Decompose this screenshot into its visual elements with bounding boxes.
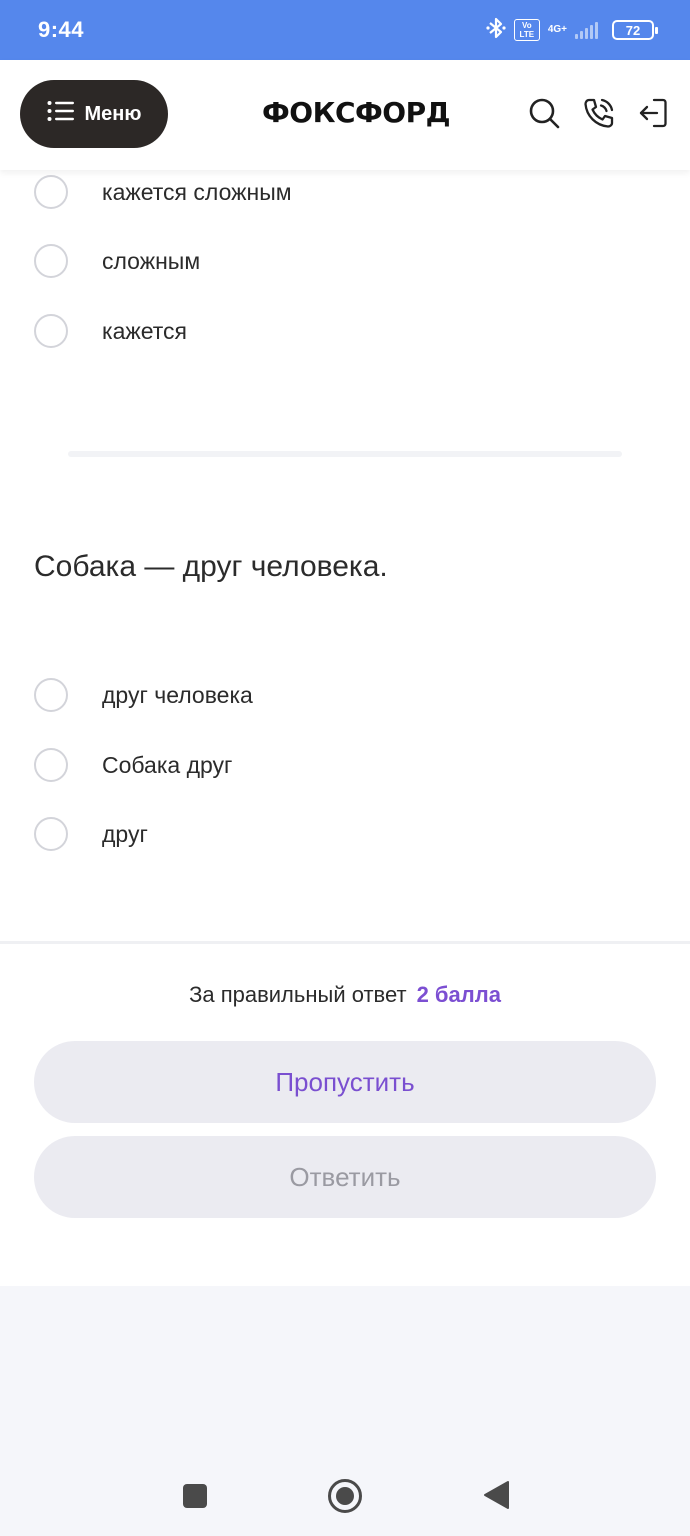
option-label: кажется xyxy=(102,317,188,344)
app-header: Меню ФОКСФОРД xyxy=(0,60,690,170)
answer-option[interactable]: Собака друг xyxy=(34,748,232,782)
status-time: 9:44 xyxy=(38,17,85,42)
answer-option[interactable]: друг xyxy=(34,817,148,851)
points-text: За правильный ответ xyxy=(189,982,407,1007)
network-label: 4G+ xyxy=(547,24,567,35)
battery-level: 72 xyxy=(625,22,641,38)
points-value: 2 балла xyxy=(416,982,501,1007)
search-icon[interactable] xyxy=(527,96,561,130)
menu-label: Меню xyxy=(84,102,142,125)
status-icons: Vo LTE 4G+ 72 xyxy=(486,17,658,43)
option-label: кажется сложным xyxy=(102,178,292,205)
volte-icon: Vo LTE xyxy=(513,19,540,41)
question-text: Собака — друг человека. xyxy=(34,550,388,583)
answer-option[interactable]: кажется xyxy=(34,314,187,348)
radio-button[interactable] xyxy=(34,244,68,278)
answer-option[interactable]: друг человека xyxy=(34,678,253,712)
quiz-content: кажется сложным сложным кажется Собака —… xyxy=(0,170,690,1286)
signal-icon xyxy=(575,21,598,39)
question-divider xyxy=(68,451,622,457)
answer-option[interactable]: кажется сложным xyxy=(34,175,292,209)
option-label: друг человека xyxy=(102,681,253,708)
option-label: друг xyxy=(102,820,148,847)
back-icon[interactable] xyxy=(482,1480,510,1515)
home-icon[interactable] xyxy=(327,1478,363,1519)
answer-button[interactable]: Ответить xyxy=(34,1136,656,1218)
logout-icon[interactable] xyxy=(636,96,670,130)
battery-icon: 72 xyxy=(612,20,658,40)
radio-button[interactable] xyxy=(34,314,68,348)
network-type: 4G+ xyxy=(548,25,567,35)
menu-list-icon xyxy=(47,100,75,128)
option-label: Собака друг xyxy=(102,751,233,778)
radio-button[interactable] xyxy=(34,748,68,782)
radio-button[interactable] xyxy=(34,678,68,712)
option-label: сложным xyxy=(102,247,201,274)
radio-button[interactable] xyxy=(34,817,68,851)
points-info: За правильный ответ 2 балла xyxy=(0,982,690,1008)
menu-button[interactable]: Меню xyxy=(20,80,168,148)
bluetooth-icon xyxy=(486,17,506,43)
footer-divider xyxy=(0,941,690,944)
skip-button[interactable]: Пропустить xyxy=(34,1041,656,1123)
volte-label: Vo LTE xyxy=(519,21,535,39)
phone-call-icon[interactable] xyxy=(582,96,616,130)
system-nav-bar xyxy=(0,1455,690,1536)
radio-button[interactable] xyxy=(34,175,68,209)
answer-option[interactable]: сложным xyxy=(34,244,200,278)
logo[interactable]: ФОКСФОРД xyxy=(262,96,451,129)
status-bar: 9:44 Vo LTE 4G+ 72 xyxy=(0,0,690,60)
recent-apps-icon[interactable] xyxy=(182,1483,208,1514)
